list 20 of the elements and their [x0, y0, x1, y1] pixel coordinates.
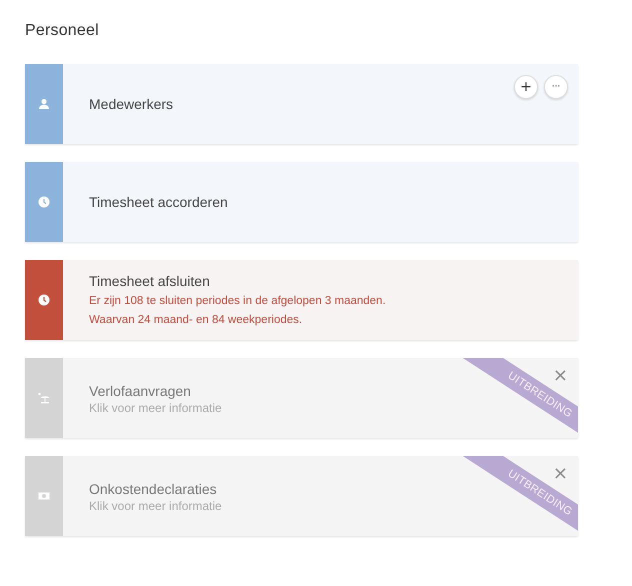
alert-text: Waarvan 24 maand- en 84 weekperiodes.	[89, 312, 302, 328]
tile-card[interactable]: Medewerkers + ···	[25, 64, 578, 144]
add-button[interactable]: +	[514, 75, 538, 99]
tile-title: Verlofaanvragen	[89, 382, 191, 400]
tile-title: Timesheet accorderen	[89, 193, 228, 212]
clock-icon	[38, 196, 50, 208]
tile-title: Onkostendeclaraties	[89, 480, 217, 498]
tile-title: Medewerkers	[89, 95, 174, 114]
clock-icon	[38, 294, 50, 306]
banknote-icon	[38, 490, 50, 502]
tile-title: Timesheet afsluiten	[89, 272, 210, 290]
alert-text: Er zijn 108 te sluiten periodes in de afgelopen 3 maanden.	[89, 294, 386, 308]
page-title: Personeel	[25, 22, 99, 40]
tile-subtitle: Klik voor meer informatie	[89, 498, 222, 514]
tile-card[interactable]: Timesheet accorderen	[25, 162, 578, 242]
tile-card[interactable]: Timesheet afsluiten Er zijn 108 te sluiten periodes in de afgelopen 3 maanden. Waarvan 24 maand- en 84 weekperiodes.	[25, 260, 578, 340]
person-icon	[38, 98, 50, 110]
tile-subtitle: Klik voor meer informatie	[89, 400, 222, 416]
more-button[interactable]: ···	[544, 75, 568, 99]
umbrella-icon	[38, 392, 50, 404]
